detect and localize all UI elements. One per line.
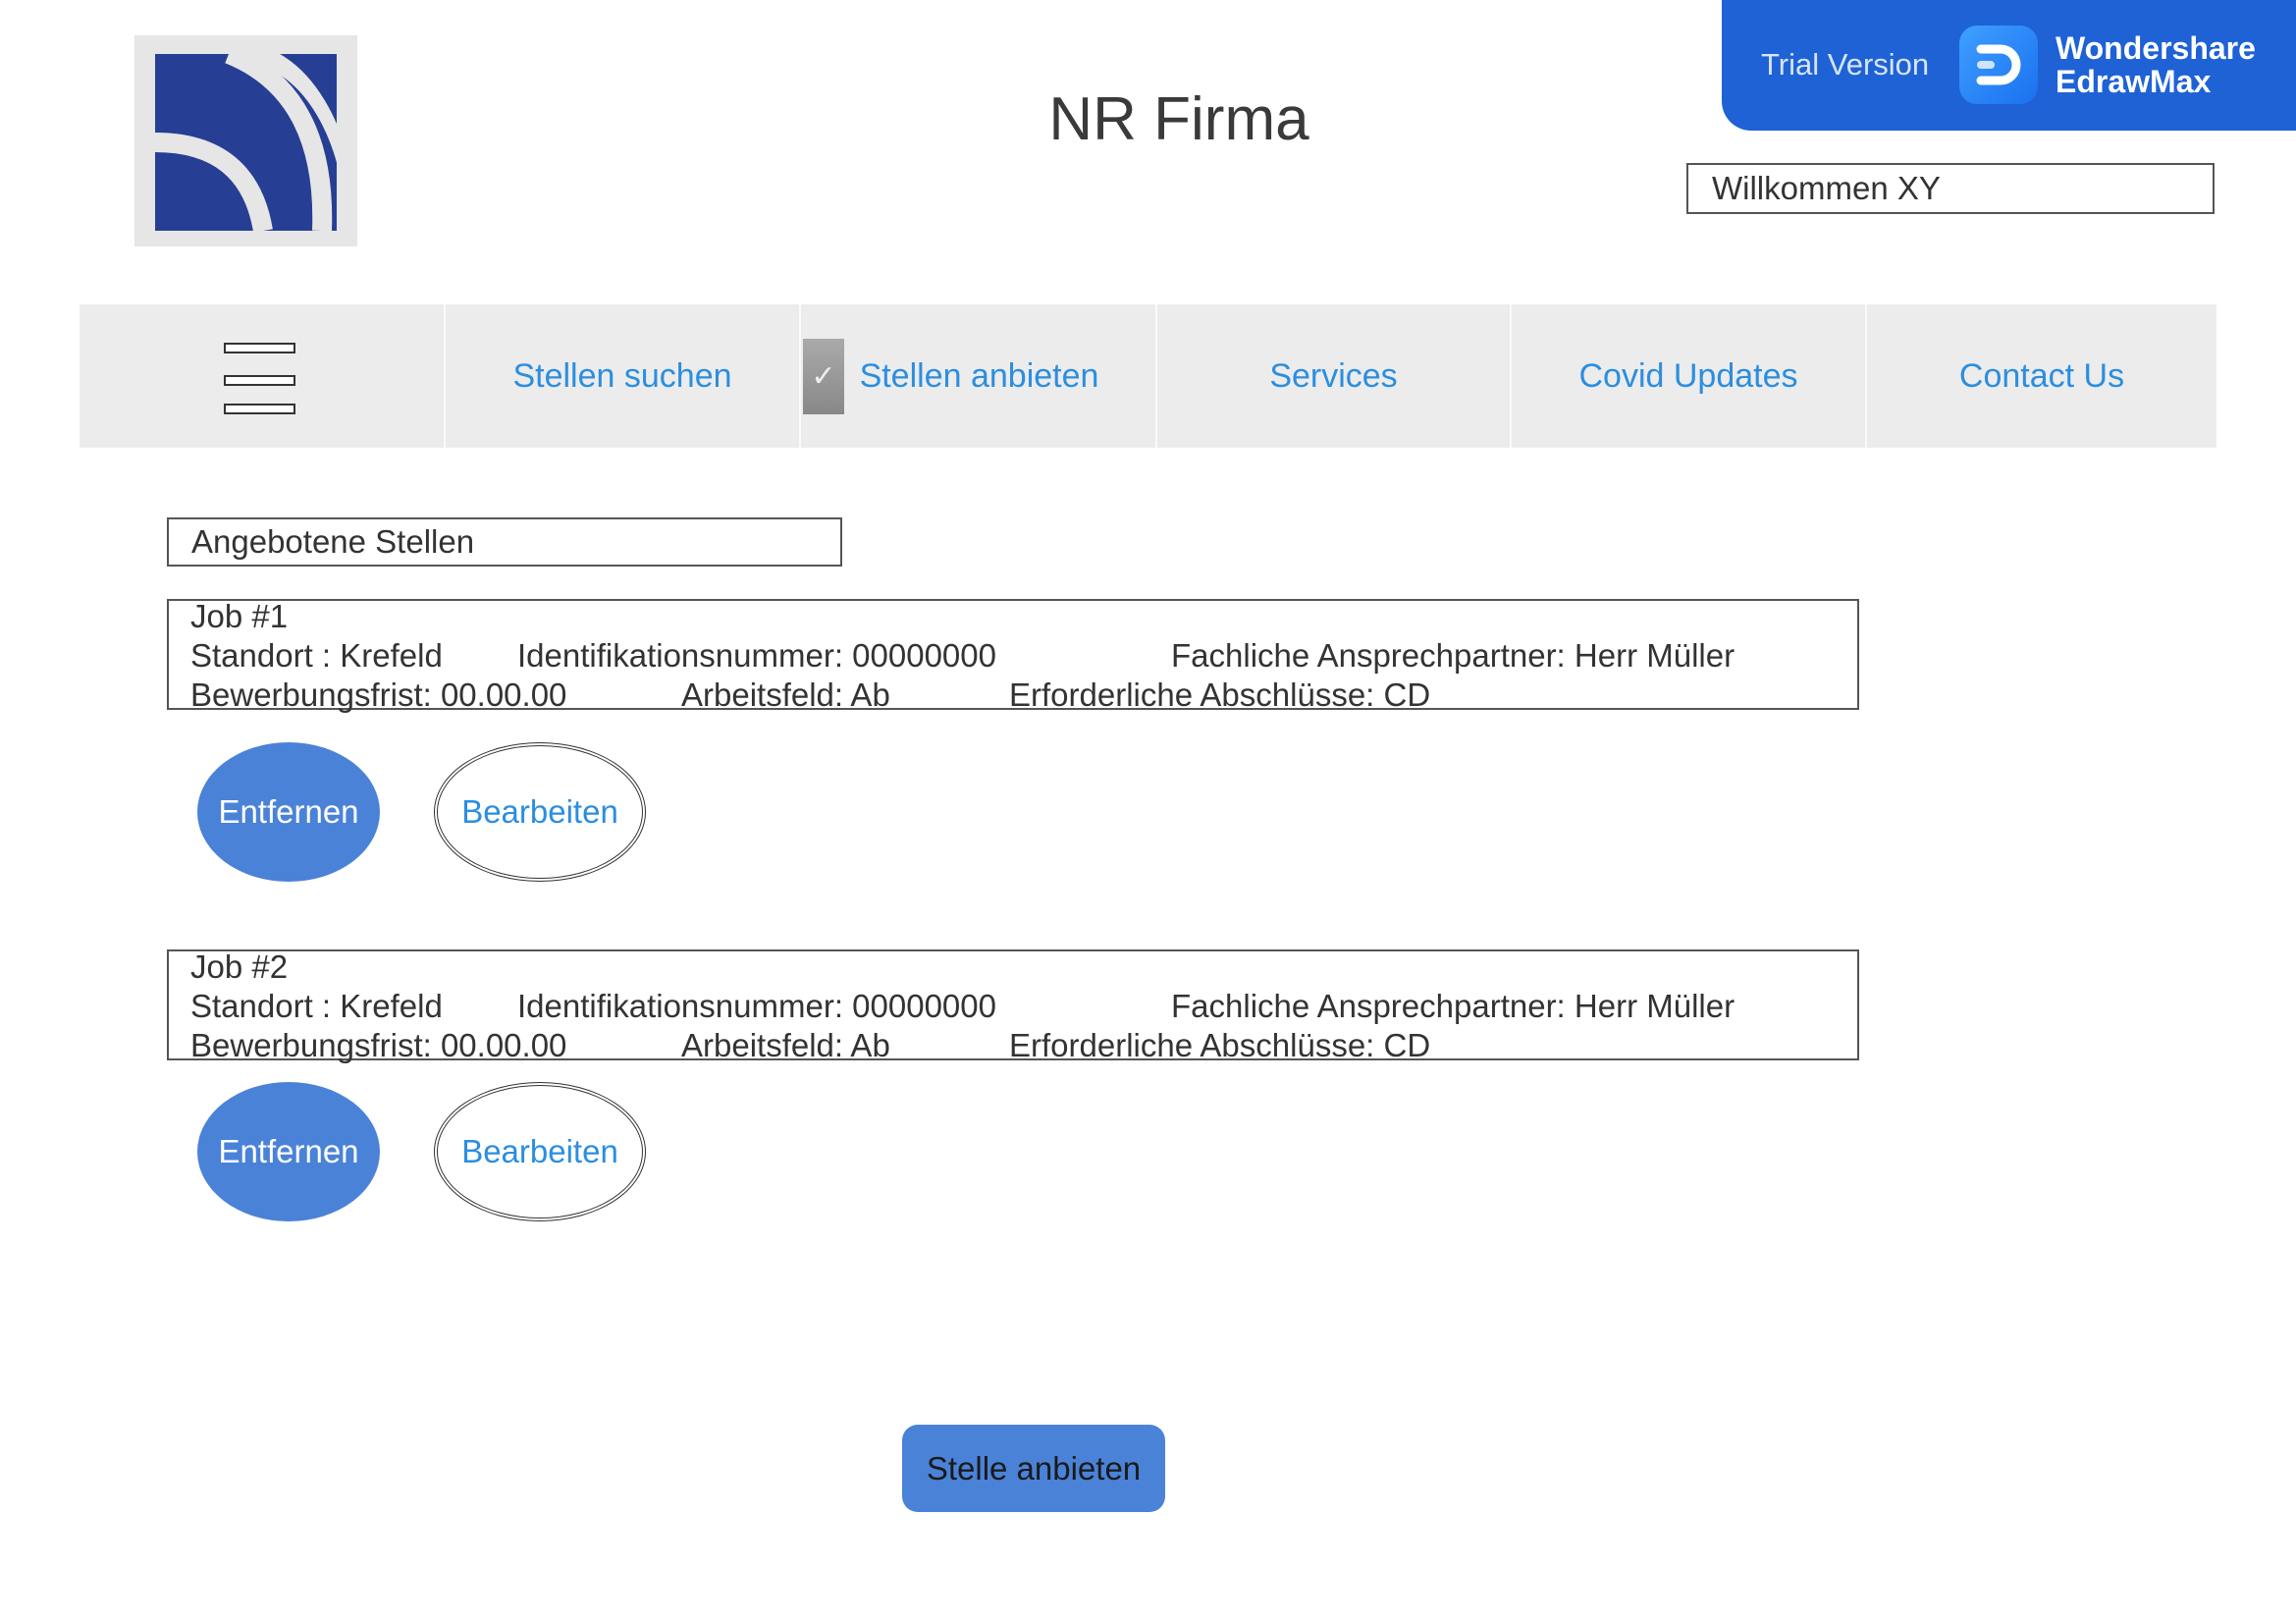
nav-item-contact-us[interactable]: Contact Us <box>1865 304 2216 448</box>
nav-item-stellen-anbieten[interactable]: ✓ Stellen anbieten <box>799 304 1155 448</box>
job-field: Arbeitsfeld: Ab <box>681 1027 890 1063</box>
remove-button[interactable]: Entfernen <box>197 1082 380 1221</box>
nav-label: Stellen suchen <box>512 356 732 395</box>
nav-label: Stellen anbieten <box>859 356 1099 395</box>
hamburger-icon-bar <box>224 404 295 414</box>
job-deadline: Bewerbungsfrist: 00.00.00 <box>190 677 567 713</box>
job-standort: Standort : Krefeld <box>190 988 443 1024</box>
nav-label: Contact Us <box>1958 356 2125 395</box>
job-contact: Fachliche Ansprechpartner: Herr Müller <box>1171 637 1735 674</box>
menu-button[interactable] <box>80 304 444 448</box>
job-title: Job #1 <box>190 598 289 634</box>
nav-label: Covid Updates <box>1578 356 1798 395</box>
job-degrees: Erforderliche Abschlüsse: CD <box>1009 677 1431 713</box>
job-degrees: Erforderliche Abschlüsse: CD <box>1009 1027 1431 1063</box>
job-standort: Standort : Krefeld <box>190 637 443 674</box>
section-title: Angebotene Stellen <box>167 517 842 567</box>
job-contact: Fachliche Ansprechpartner: Herr Müller <box>1171 988 1735 1024</box>
company-logo <box>134 35 357 246</box>
remove-button[interactable]: Entfernen <box>197 742 380 882</box>
brand-name: Wondershare EdrawMax <box>2056 31 2256 98</box>
offer-job-button[interactable]: Stelle anbieten <box>902 1425 1165 1512</box>
trial-banner[interactable]: Trial Version Wondershare EdrawMax <box>1722 0 2296 131</box>
nav-bar: Stellen suchen ✓ Stellen anbieten Servic… <box>80 304 2216 448</box>
job-deadline: Bewerbungsfrist: 00.00.00 <box>190 1027 567 1063</box>
nav-item-covid-updates[interactable]: Covid Updates <box>1510 304 1865 448</box>
job-id: Identifikationsnummer: 00000000 <box>517 637 996 674</box>
job-title: Job #2 <box>190 948 289 985</box>
hamburger-icon <box>224 343 295 353</box>
nav-item-stellen-suchen[interactable]: Stellen suchen <box>444 304 799 448</box>
nav-item-services[interactable]: Services <box>1155 304 1510 448</box>
brand-line-1: Wondershare <box>2056 30 2256 66</box>
trial-version-label: Trial Version <box>1761 47 1930 81</box>
nav-label: Services <box>1269 356 1398 395</box>
edit-button[interactable]: Bearbeiten <box>434 1082 646 1221</box>
edit-button[interactable]: Bearbeiten <box>434 742 646 882</box>
edrawmax-logo-icon <box>1959 26 2038 104</box>
check-icon: ✓ <box>803 339 844 414</box>
welcome-box: Willkommen XY <box>1686 163 2215 214</box>
page-title: NR Firma <box>1048 85 1309 153</box>
hamburger-icon-bar <box>224 375 295 386</box>
brand-line-2: EdrawMax <box>2056 64 2212 99</box>
job-field: Arbeitsfeld: Ab <box>681 677 890 713</box>
job-card: Job #1 Standort : Krefeld Identifikation… <box>167 598 1859 713</box>
job-id: Identifikationsnummer: 00000000 <box>517 988 996 1024</box>
job-card: Job #2 Standort : Krefeld Identifikation… <box>167 948 1859 1063</box>
